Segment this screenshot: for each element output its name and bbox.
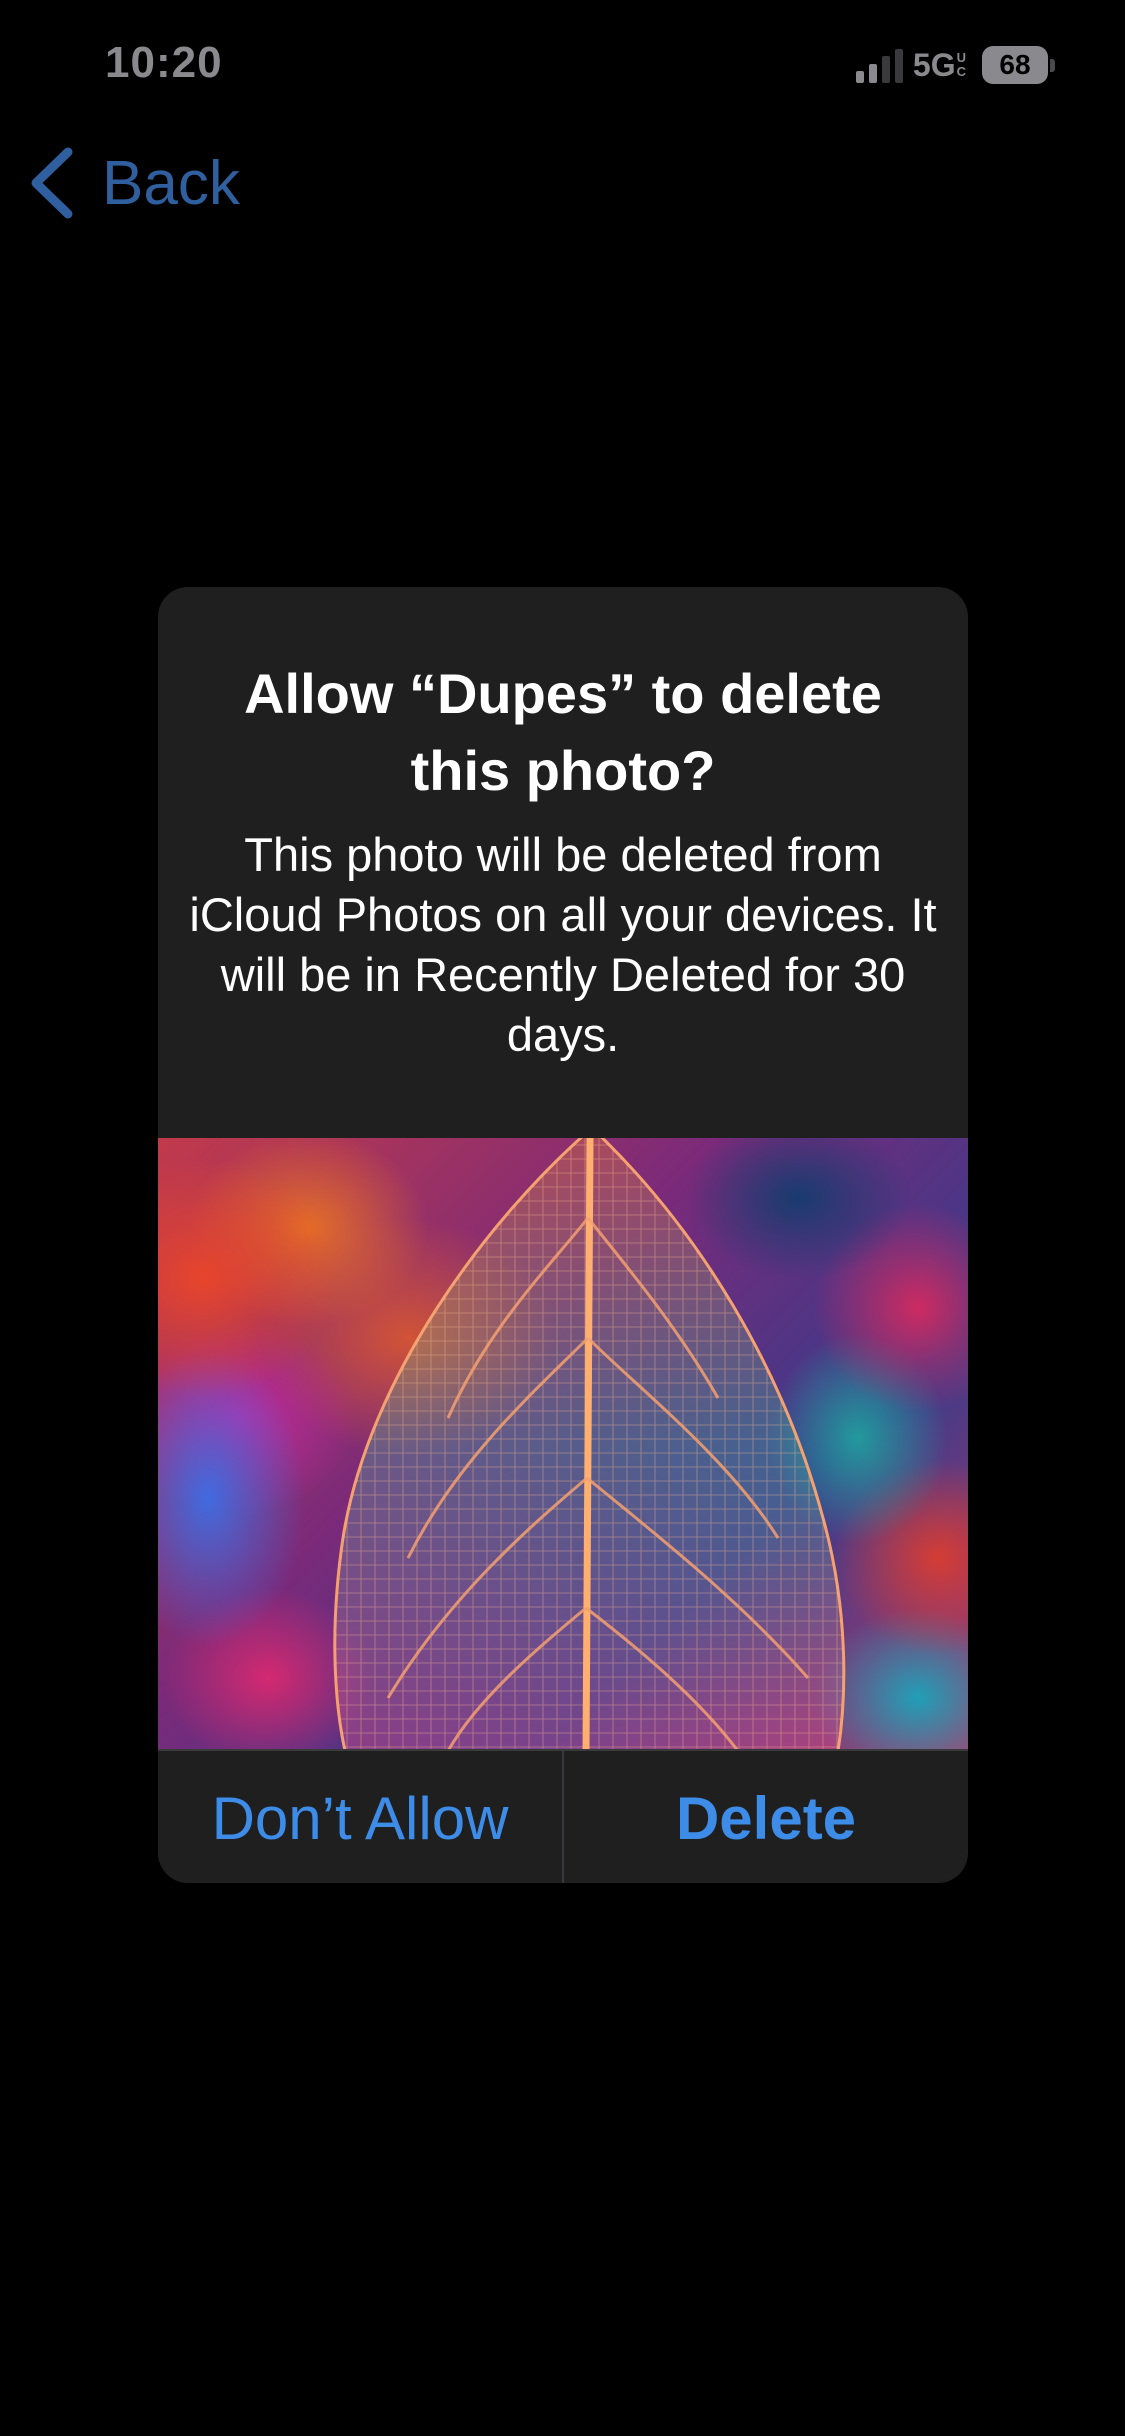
- delete-photo-alert: Allow “Dupes” to delete this photo? This…: [158, 587, 968, 1883]
- alert-title: Allow “Dupes” to delete this photo?: [244, 662, 882, 802]
- network-type: 5G U C: [913, 47, 966, 84]
- photo-preview: [158, 1138, 968, 1751]
- leaf-image: [333, 1138, 846, 1751]
- alert-message: This photo will be deleted from iCloud P…: [189, 828, 937, 1061]
- battery-level: 68: [982, 46, 1048, 84]
- back-button[interactable]: Back: [28, 146, 240, 220]
- delete-button[interactable]: Delete: [564, 1751, 968, 1883]
- status-indicators: 5G U C 68: [855, 42, 1055, 88]
- chevron-left-icon: [31, 147, 73, 219]
- dont-allow-button[interactable]: Don’t Allow: [158, 1751, 562, 1883]
- cellular-signal-icon: [855, 47, 903, 83]
- screen: 10:20 5G U C 68 Back Allow “Dupes” to de…: [0, 0, 1125, 2436]
- back-label: Back: [102, 148, 240, 218]
- battery-icon: 68: [982, 46, 1055, 84]
- alert-buttons: Don’t Allow Delete: [158, 1749, 968, 1883]
- network-label: 5G: [912, 46, 956, 83]
- network-badge: U C: [956, 50, 966, 79]
- status-time: 10:20: [105, 38, 223, 87]
